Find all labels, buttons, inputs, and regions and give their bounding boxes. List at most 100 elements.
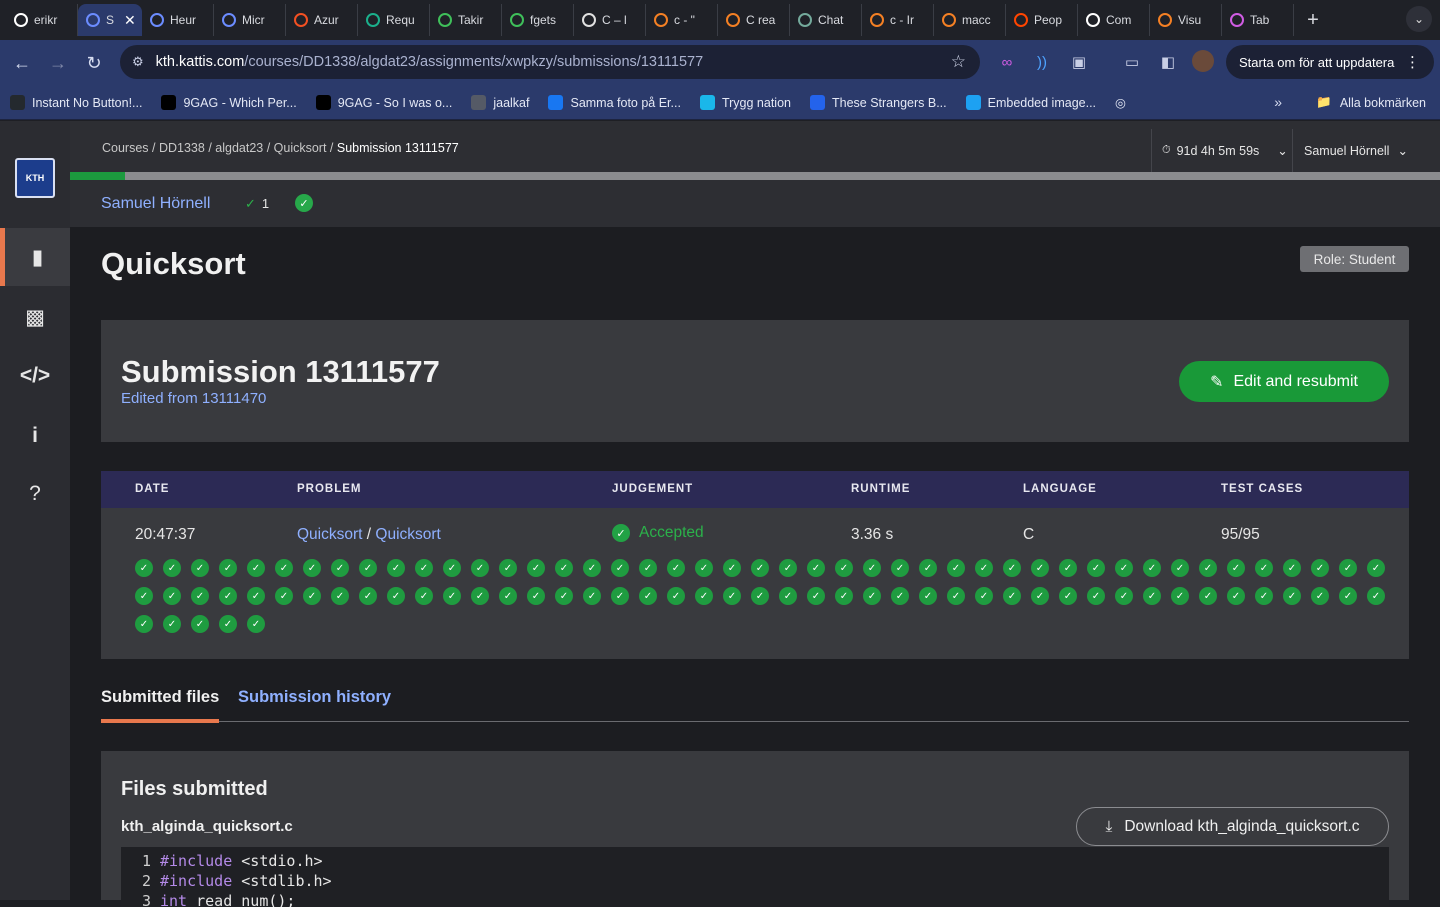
browser-tab[interactable]: c - " [646,4,718,36]
test-case-accepted-icon[interactable]: ✓ [919,587,937,605]
browser-tab[interactable]: Takir [430,4,502,36]
side-panel-icon[interactable]: ◧ [1156,50,1180,74]
test-case-accepted-icon[interactable]: ✓ [639,559,657,577]
breadcrumb-link[interactable]: Courses [102,141,149,155]
test-case-accepted-icon[interactable]: ✓ [807,587,825,605]
test-case-accepted-icon[interactable]: ✓ [359,587,377,605]
test-case-accepted-icon[interactable]: ✓ [247,615,265,633]
problem-link[interactable]: Quicksort [297,526,362,543]
test-case-accepted-icon[interactable]: ✓ [219,587,237,605]
test-case-accepted-icon[interactable]: ✓ [891,559,909,577]
extension-tab-icon[interactable]: ∞ [995,50,1019,74]
browser-tab[interactable]: Visu [1150,4,1222,36]
test-case-accepted-icon[interactable]: ✓ [1283,587,1301,605]
test-case-accepted-icon[interactable]: ✓ [247,587,265,605]
more-bookmarks-icon[interactable]: » [1274,94,1282,110]
browser-tab[interactable]: C – l [574,4,646,36]
tab-search-chevron-icon[interactable]: ⌄ [1406,6,1432,32]
globe-icon[interactable]: ◎ [1115,95,1126,110]
edited-from-link[interactable]: Edited from 13111470 [121,390,266,407]
test-case-accepted-icon[interactable]: ✓ [835,587,853,605]
address-bar[interactable]: ⚙ kth.kattis.com/courses/DD1338/algdat23… [120,45,980,79]
bookmark-item[interactable]: jaalkaf [471,95,529,110]
browser-tab[interactable]: c - Ir [862,4,934,36]
test-case-accepted-icon[interactable]: ✓ [863,587,881,605]
test-case-accepted-icon[interactable]: ✓ [1031,587,1049,605]
test-case-accepted-icon[interactable]: ✓ [947,587,965,605]
browser-tab[interactable]: Azur [286,4,358,36]
reload-icon[interactable]: ↻ [76,45,112,81]
browser-tab[interactable]: erikr [6,4,78,36]
test-case-accepted-icon[interactable]: ✓ [135,587,153,605]
test-case-accepted-icon[interactable]: ✓ [639,587,657,605]
test-case-accepted-icon[interactable]: ✓ [1087,559,1105,577]
test-case-accepted-icon[interactable]: ✓ [611,559,629,577]
update-button[interactable]: Starta om för att uppdatera ⋮ [1226,45,1434,79]
test-case-accepted-icon[interactable]: ✓ [219,559,237,577]
test-case-accepted-icon[interactable]: ✓ [667,559,685,577]
tab-submission-history[interactable]: Submission history [238,688,391,707]
browser-tab[interactable]: Heur [142,4,214,36]
extension-wave-icon[interactable]: )) [1030,50,1054,74]
all-bookmarks[interactable]: 📁 Alla bokmärken [1316,95,1426,110]
test-case-accepted-icon[interactable]: ✓ [1059,587,1077,605]
test-case-accepted-icon[interactable]: ✓ [499,559,517,577]
test-case-accepted-icon[interactable]: ✓ [695,559,713,577]
test-case-accepted-icon[interactable]: ✓ [555,559,573,577]
browser-tab[interactable]: Tab [1222,4,1294,36]
test-case-accepted-icon[interactable]: ✓ [163,559,181,577]
bookmark-item[interactable]: Embedded image... [965,95,1096,110]
forward-arrow-icon[interactable]: → [40,45,76,81]
info-icon[interactable]: i [0,407,70,465]
test-case-accepted-icon[interactable]: ✓ [275,559,293,577]
test-case-accepted-icon[interactable]: ✓ [1059,559,1077,577]
test-case-accepted-icon[interactable]: ✓ [723,587,741,605]
test-case-accepted-icon[interactable]: ✓ [891,587,909,605]
test-case-accepted-icon[interactable]: ✓ [583,587,601,605]
test-case-accepted-icon[interactable]: ✓ [331,587,349,605]
test-case-accepted-icon[interactable]: ✓ [191,615,209,633]
test-case-accepted-icon[interactable]: ✓ [1367,587,1385,605]
test-case-accepted-icon[interactable]: ✓ [1339,559,1357,577]
test-case-accepted-icon[interactable]: ✓ [975,559,993,577]
bookmark-item[interactable]: Samma foto på Er... [548,95,681,110]
test-case-accepted-icon[interactable]: ✓ [1311,587,1329,605]
browser-tab[interactable]: S ✕ [78,4,142,36]
test-case-accepted-icon[interactable]: ✓ [1283,559,1301,577]
breadcrumb-link[interactable]: Quicksort [274,141,327,155]
test-case-accepted-icon[interactable]: ✓ [583,559,601,577]
timer-dropdown[interactable]: ⏱ 91d 4h 5m 59s ⌄ [1151,129,1293,172]
browser-tab[interactable]: Peop [1006,4,1078,36]
test-case-accepted-icon[interactable]: ✓ [499,587,517,605]
test-case-accepted-icon[interactable]: ✓ [387,559,405,577]
test-case-accepted-icon[interactable]: ✓ [135,559,153,577]
test-case-accepted-icon[interactable]: ✓ [1003,587,1021,605]
test-case-accepted-icon[interactable]: ✓ [191,587,209,605]
test-case-accepted-icon[interactable]: ✓ [303,587,321,605]
test-case-accepted-icon[interactable]: ✓ [779,587,797,605]
user-dropdown[interactable]: Samuel Hörnell ⌄ [1292,129,1440,172]
test-case-accepted-icon[interactable]: ✓ [1143,587,1161,605]
test-case-accepted-icon[interactable]: ✓ [303,559,321,577]
test-case-accepted-icon[interactable]: ✓ [919,559,937,577]
browser-tab[interactable]: macc [934,4,1006,36]
new-tab-icon[interactable]: + [1298,5,1328,35]
test-case-accepted-icon[interactable]: ✓ [1227,559,1245,577]
briefcase-icon[interactable]: ▩ [0,288,70,346]
browser-tab[interactable]: Chat [790,4,862,36]
test-case-accepted-icon[interactable]: ✓ [331,559,349,577]
tab-submitted-files[interactable]: Submitted files [101,688,220,723]
test-case-accepted-icon[interactable]: ✓ [415,559,433,577]
test-case-accepted-icon[interactable]: ✓ [1143,559,1161,577]
profile-avatar[interactable] [1192,50,1214,72]
test-case-accepted-icon[interactable]: ✓ [1199,587,1217,605]
test-case-accepted-icon[interactable]: ✓ [1003,559,1021,577]
test-case-accepted-icon[interactable]: ✓ [1367,559,1385,577]
test-case-accepted-icon[interactable]: ✓ [1171,559,1189,577]
help-icon[interactable]: ? [0,465,70,523]
user-name-link[interactable]: Samuel Hörnell [101,195,210,213]
test-case-accepted-icon[interactable]: ✓ [1227,587,1245,605]
back-arrow-icon[interactable]: ← [4,45,40,81]
problem-link-2[interactable]: Quicksort [375,526,440,543]
site-settings-icon[interactable]: ⚙ [132,54,144,70]
